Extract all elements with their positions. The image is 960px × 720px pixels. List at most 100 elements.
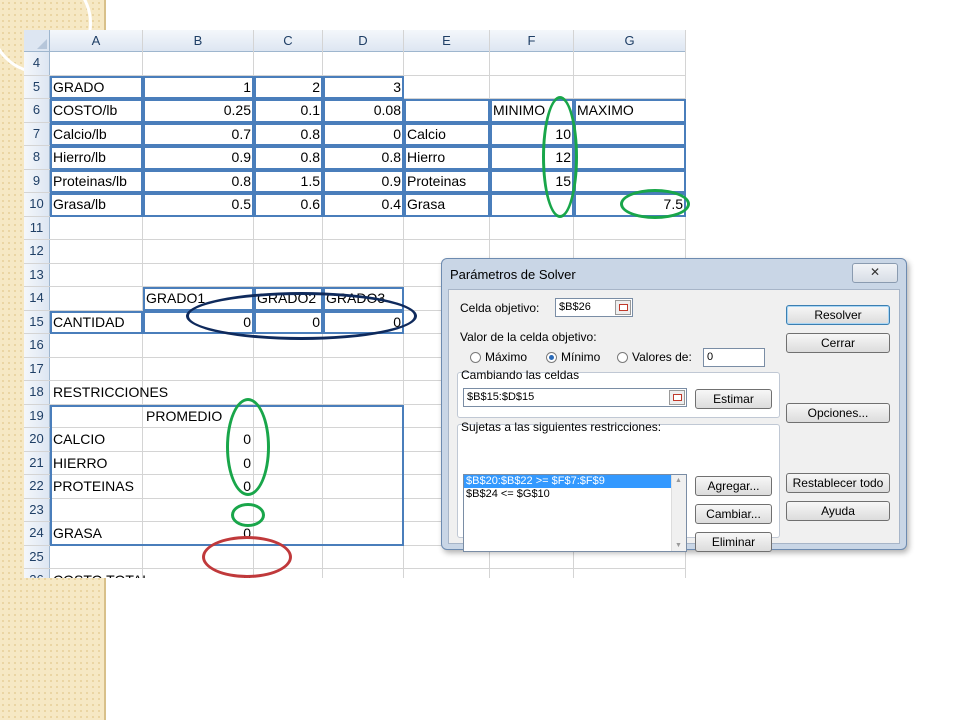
options-button[interactable]: Opciones... (786, 403, 890, 423)
min-radio-label: Mínimo (561, 350, 601, 364)
delete-button[interactable]: Eliminar (695, 532, 772, 552)
close-button[interactable]: Cerrar (786, 333, 890, 353)
row-header-15[interactable]: 15 (24, 310, 50, 334)
row-header-4[interactable]: 4 (24, 52, 50, 76)
column-header-d[interactable]: D (323, 30, 404, 52)
table-border (143, 146, 254, 170)
row-header-12[interactable]: 12 (24, 240, 50, 264)
close-icon[interactable]: ✕ (852, 263, 898, 283)
constraint-item[interactable]: $B$20:$B$22 >= $F$7:$F$9 (464, 475, 686, 488)
collapse-dialog-icon[interactable] (669, 390, 685, 405)
table-border (254, 169, 323, 193)
collapse-dialog-icon[interactable] (615, 300, 631, 315)
table-border (50, 99, 143, 123)
row-header-7[interactable]: 7 (24, 122, 50, 146)
dialog-title: Parámetros de Solver (450, 267, 576, 282)
row-header-9[interactable]: 9 (24, 169, 50, 193)
column-header-a[interactable]: A (50, 30, 143, 52)
table-border (323, 99, 404, 123)
table-border (50, 310, 143, 334)
target-cell-value: $B$26 (559, 301, 591, 313)
row-header-20[interactable]: 20 (24, 428, 50, 452)
add-button[interactable]: Agregar... (695, 476, 772, 496)
table-border (254, 122, 323, 146)
row-header-18[interactable]: 18 (24, 381, 50, 405)
table-border (404, 122, 490, 146)
row-header-24[interactable]: 24 (24, 522, 50, 546)
constraints-scrollbar[interactable] (671, 475, 686, 551)
constraints-list[interactable]: $B$20:$B$22 >= $F$7:$F$9 $B$24 <= $G$10 (463, 474, 687, 552)
table-border (254, 146, 323, 170)
row-header-21[interactable]: 21 (24, 451, 50, 475)
change-button[interactable]: Cambiar... (695, 504, 772, 524)
max-radio[interactable] (470, 352, 481, 363)
constraint-item[interactable]: $B$24 <= $G$10 (464, 488, 686, 501)
grasa-promedio-highlight-ellipse (231, 503, 265, 527)
promedio-highlight-ellipse (226, 398, 270, 496)
row-header-22[interactable]: 22 (24, 475, 50, 499)
min-radio[interactable] (546, 352, 557, 363)
cell-a26[interactable]: COSTO TOTAL (50, 569, 150, 578)
gridline (24, 239, 686, 240)
table-border (50, 193, 143, 217)
table-border (254, 193, 323, 217)
max-radio-label: Máximo (485, 350, 528, 364)
costo-total-highlight-ellipse (202, 536, 292, 578)
row-header-11[interactable]: 11 (24, 216, 50, 240)
help-button[interactable]: Ayuda (786, 501, 890, 521)
values-of-input[interactable]: 0 (703, 348, 765, 367)
row-header-26[interactable]: 26 (24, 569, 50, 578)
row-header-17[interactable]: 17 (24, 357, 50, 381)
column-header-g[interactable]: G (574, 30, 686, 52)
solve-button[interactable]: Resolver (786, 305, 890, 325)
solver-dialog: Parámetros de Solver ✕ Celda objetivo: $… (441, 258, 907, 552)
table-border (404, 99, 490, 123)
row-header-14[interactable]: 14 (24, 287, 50, 311)
row-header-8[interactable]: 8 (24, 146, 50, 170)
table-border (50, 75, 143, 99)
changing-cells-label: Cambiando las celdas (461, 368, 580, 382)
select-all-corner[interactable] (24, 30, 50, 52)
target-value-label: Valor de la celda objetivo: (460, 330, 597, 344)
row-header-6[interactable]: 6 (24, 99, 50, 123)
table-border (50, 146, 143, 170)
table-border (323, 122, 404, 146)
table-border (574, 99, 686, 123)
estimate-button[interactable]: Estimar (695, 389, 772, 409)
table-border (50, 122, 143, 146)
constraints-label: Sujetas a las siguientes restricciones: (461, 420, 662, 434)
row-header-16[interactable]: 16 (24, 334, 50, 358)
row-header-13[interactable]: 13 (24, 263, 50, 287)
cell-a18[interactable]: RESTRICCIONES (50, 381, 168, 405)
cantidad-highlight-ellipse (186, 292, 417, 340)
column-header-c[interactable]: C (254, 30, 323, 52)
table-border (143, 169, 254, 193)
table-border (254, 99, 323, 123)
dialog-body: Celda objetivo: $B$26 Valor de la celda … (448, 289, 900, 552)
column-header-f[interactable]: F (490, 30, 574, 52)
row-header-5[interactable]: 5 (24, 75, 50, 99)
table-border (404, 193, 490, 217)
table-border (323, 169, 404, 193)
table-border (143, 122, 254, 146)
max-grasa-highlight-ellipse (620, 189, 690, 219)
reset-all-button[interactable]: Restablecer todo (786, 473, 890, 493)
table-border (254, 75, 323, 99)
column-header-e[interactable]: E (404, 30, 490, 52)
table-border (574, 122, 686, 146)
table-border (404, 169, 490, 193)
row-header-10[interactable]: 10 (24, 193, 50, 217)
row-header-23[interactable]: 23 (24, 498, 50, 522)
changing-cells-input[interactable]: $B$15:$D$15 (463, 388, 687, 407)
table-border (143, 75, 254, 99)
table-border (404, 146, 490, 170)
table-border (323, 146, 404, 170)
table-border (574, 146, 686, 170)
table-border (143, 193, 254, 217)
column-header-b[interactable]: B (143, 30, 254, 52)
row-header-25[interactable]: 25 (24, 545, 50, 569)
values-radio[interactable] (617, 352, 628, 363)
min-column-highlight-ellipse (542, 96, 578, 218)
row-header-19[interactable]: 19 (24, 404, 50, 428)
target-cell-input[interactable]: $B$26 (555, 298, 633, 317)
